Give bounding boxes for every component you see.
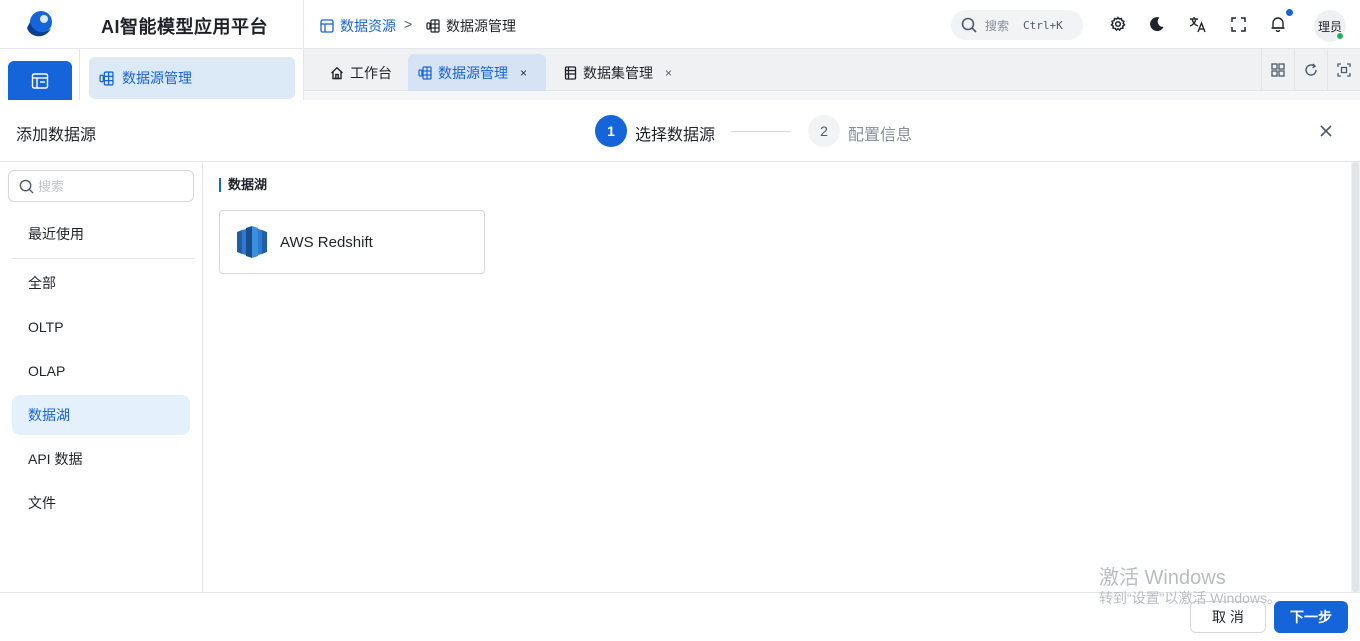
step-1-label: 选择数据源 xyxy=(635,127,716,144)
category-search[interactable] xyxy=(8,170,194,202)
breadcrumb-parent[interactable]: 数据资源 xyxy=(320,16,396,36)
top-bar: 数据资源 > 数据源管理 搜索 Ctrl+K 理员 xyxy=(304,0,1360,49)
home-icon xyxy=(331,66,343,79)
search-label: 搜索 xyxy=(985,18,1010,33)
step-2-number: 2 xyxy=(808,115,840,147)
fullscreen-icon[interactable] xyxy=(1229,15,1247,33)
close-icon[interactable]: × xyxy=(520,66,527,80)
app-title: AI智能模型应用平台 xyxy=(101,17,268,37)
breadcrumb-separator: > xyxy=(404,16,413,32)
tab-datasource-management[interactable]: 数据源管理 × xyxy=(408,54,546,91)
category-recent[interactable]: 最近使用 xyxy=(12,214,190,254)
close-icon[interactable]: × xyxy=(665,66,672,80)
tab-label: 数据源管理 xyxy=(438,64,508,81)
side-menu-item-label: 数据源管理 xyxy=(122,70,192,86)
dashboard-icon xyxy=(320,19,334,33)
database-icon xyxy=(99,70,114,86)
category-panel: 最近使用 全部 OLTP OLAP 数据湖 API 数据 文件 xyxy=(0,162,203,592)
gear-icon[interactable] xyxy=(1109,15,1127,33)
rail-item-data[interactable] xyxy=(8,61,72,101)
breadcrumb-current-label: 数据源管理 xyxy=(446,18,516,34)
activation-watermark-hint: 转到“设置”以激活 Windows。 xyxy=(1099,590,1282,606)
grid-view-icon[interactable] xyxy=(1261,49,1294,91)
step-connector xyxy=(731,131,791,132)
category-oltp[interactable]: OLTP xyxy=(12,307,190,347)
side-menu-item-datasource[interactable]: 数据源管理 xyxy=(89,57,295,99)
next-step-button[interactable]: 下一步 xyxy=(1274,601,1348,633)
dashboard-icon xyxy=(31,73,49,89)
tab-dataset-management[interactable]: 数据集管理 × xyxy=(554,54,682,91)
add-datasource-modal: 添加数据源 1 选择数据源 2 配置信息 最近使用 全部 OLTP OLAP 数… xyxy=(0,100,1360,641)
search-icon xyxy=(961,17,977,33)
translate-icon[interactable] xyxy=(1188,15,1206,33)
close-icon[interactable] xyxy=(1316,121,1336,141)
section-title: 数据湖 xyxy=(219,178,267,192)
source-card-aws-redshift[interactable]: AWS Redshift xyxy=(219,210,485,274)
category-search-input[interactable] xyxy=(38,178,178,194)
focus-icon[interactable] xyxy=(1327,49,1360,91)
category-data-lake[interactable]: 数据湖 xyxy=(12,395,190,435)
scrollbar[interactable] xyxy=(1351,162,1360,592)
database-icon xyxy=(418,65,432,80)
bell-icon[interactable] xyxy=(1269,15,1287,33)
side-menu: 数据源管理 xyxy=(80,49,304,101)
tab-label: 工作台 xyxy=(350,64,392,81)
logo-area: AI智能模型应用平台 xyxy=(0,0,304,49)
category-olap[interactable]: OLAP xyxy=(12,351,190,391)
activation-watermark-title: 激活 Windows xyxy=(1099,567,1226,589)
step-1-number: 1 xyxy=(595,115,627,147)
online-status-dot xyxy=(1336,32,1344,40)
search-shortcut: Ctrl+K xyxy=(1023,18,1063,32)
tab-workbench[interactable]: 工作台 xyxy=(320,54,402,91)
moon-icon[interactable] xyxy=(1148,15,1166,33)
modal-header: 添加数据源 1 选择数据源 2 配置信息 xyxy=(0,100,1360,162)
category-api-data[interactable]: API 数据 xyxy=(12,439,190,479)
table-icon xyxy=(564,65,577,80)
source-list-panel: 数据湖 AWS Redshift xyxy=(203,162,1360,592)
category-file[interactable]: 文件 xyxy=(12,483,190,523)
breadcrumb-parent-label: 数据资源 xyxy=(340,18,396,34)
notification-dot xyxy=(1286,9,1293,16)
category-all[interactable]: 全部 xyxy=(12,263,190,303)
tab-bar: 工作台 数据源管理 × 数据集管理 × xyxy=(304,49,1360,91)
modal-title: 添加数据源 xyxy=(16,127,97,144)
refresh-icon[interactable] xyxy=(1294,49,1327,91)
tab-label: 数据集管理 xyxy=(583,64,653,81)
database-icon xyxy=(426,19,440,33)
scrollbar-thumb[interactable] xyxy=(1352,162,1359,592)
source-name: AWS Redshift xyxy=(280,233,373,251)
breadcrumb-current: 数据源管理 xyxy=(426,16,516,36)
step-2-label: 配置信息 xyxy=(848,127,913,144)
global-search[interactable]: 搜索 Ctrl+K xyxy=(951,10,1083,40)
aws-redshift-icon xyxy=(237,226,267,258)
search-icon xyxy=(19,179,34,194)
side-rail xyxy=(0,49,80,101)
category-divider xyxy=(12,258,194,259)
logo-icon xyxy=(27,11,52,37)
